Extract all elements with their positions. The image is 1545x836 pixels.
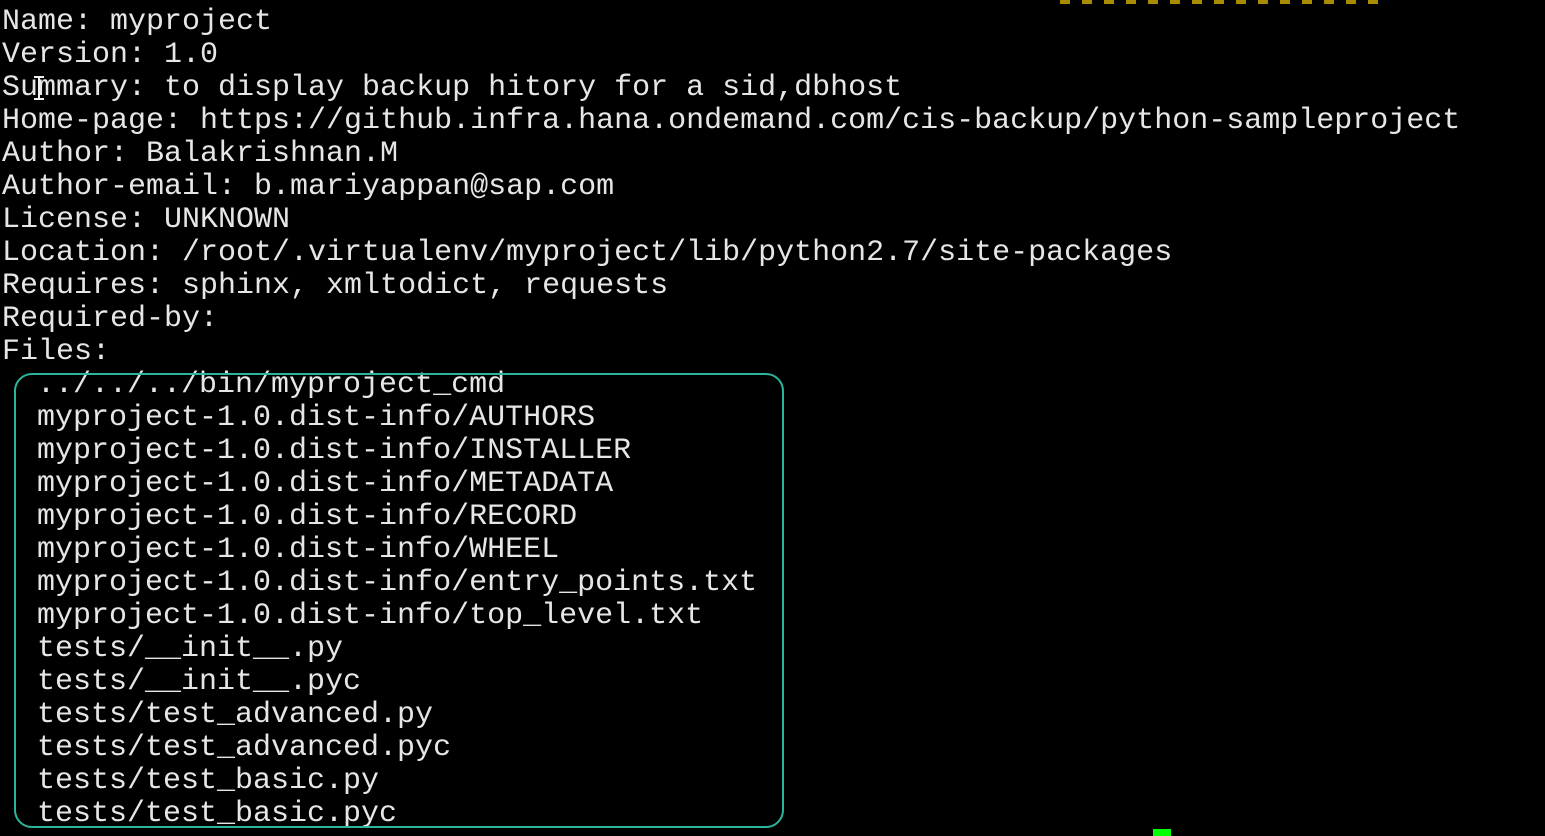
file-list-item: tests/__init__.pyc (37, 665, 362, 699)
file-list-item: myproject-1.0.dist-info/INSTALLER (37, 434, 632, 468)
terminal-window[interactable]: Name: myproject Version: 1.0 Summary: to… (0, 0, 1545, 836)
file-list-item: tests/test_basic.pyc (37, 797, 398, 831)
info-line-home-page: Home-page: https://github.infra.hana.ond… (2, 104, 1461, 138)
info-line-required-by: Required-by: (2, 302, 219, 336)
info-line-summary: Summary: to display backup hitory for a … (2, 71, 903, 105)
file-list-item: ../../../bin/myproject_cmd (37, 368, 506, 402)
info-line-version: Version: 1.0 (2, 38, 219, 72)
file-list-item: tests/__init__.py (37, 632, 344, 666)
terminal-cursor (1153, 829, 1171, 836)
info-line-requires: Requires: sphinx, xmltodict, requests (2, 269, 669, 303)
scrolled-text-remnant (1060, 0, 1380, 4)
info-line-license: License: UNKNOWN (2, 203, 291, 237)
file-list-item: myproject-1.0.dist-info/RECORD (37, 500, 578, 534)
info-line-location: Location: /root/.virtualenv/myproject/li… (2, 236, 1173, 270)
info-line-files: Files: (2, 335, 111, 369)
file-list-item: tests/test_advanced.pyc (37, 731, 452, 765)
text-select-cursor-icon (34, 76, 44, 100)
file-list-item: myproject-1.0.dist-info/AUTHORS (37, 401, 596, 435)
info-line-author-email: Author-email: b.mariyappan@sap.com (2, 170, 615, 204)
file-list-item: tests/test_advanced.py (37, 698, 434, 732)
file-list-item: myproject-1.0.dist-info/WHEEL (37, 533, 560, 567)
file-list-item: tests/test_basic.py (37, 764, 380, 798)
info-line-name: Name: myproject (2, 5, 273, 39)
file-list-item: myproject-1.0.dist-info/entry_points.txt (37, 566, 758, 600)
info-line-author: Author: Balakrishnan.M (2, 137, 399, 171)
file-list-item: myproject-1.0.dist-info/top_level.txt (37, 599, 704, 633)
file-list-item: myproject-1.0.dist-info/METADATA (37, 467, 614, 501)
